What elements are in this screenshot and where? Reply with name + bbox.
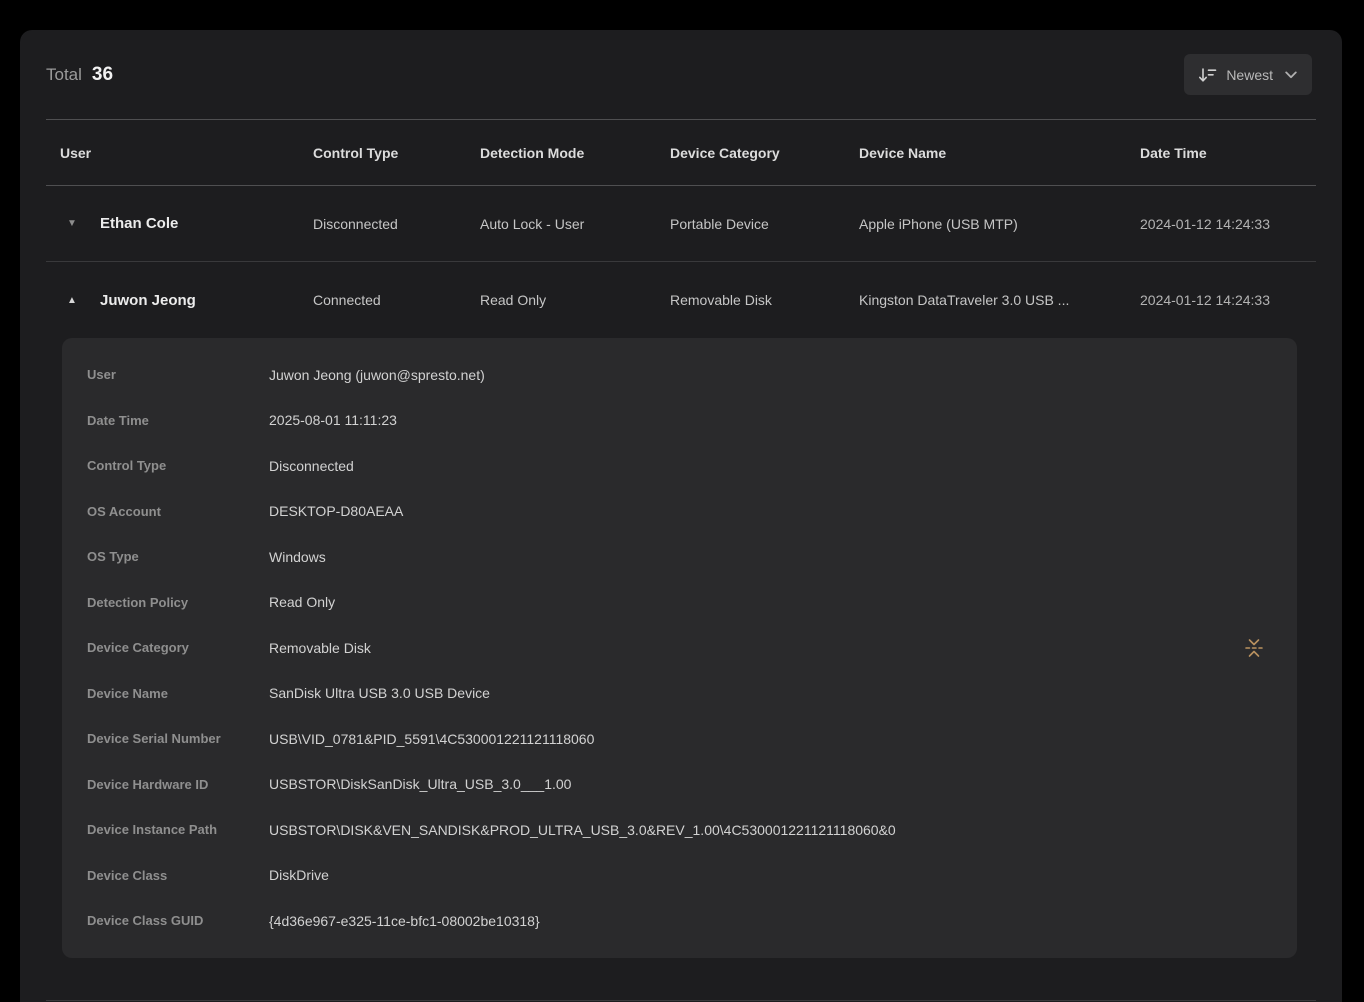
detail-row: OS Account DESKTOP-D80AEAA	[62, 489, 1297, 535]
detail-label: Device Name	[62, 686, 269, 701]
device-category-cell: Removable Disk	[670, 292, 859, 308]
control-type-cell: Connected	[313, 292, 480, 308]
detail-row: User Juwon Jeong (juwon@spresto.net)	[62, 352, 1297, 398]
detail-label: Detection Policy	[62, 595, 269, 610]
expand-row-icon[interactable]: ▼	[67, 218, 83, 229]
column-header-user: User	[46, 145, 313, 161]
detail-value: DiskDrive	[269, 867, 329, 883]
detail-value: Read Only	[269, 594, 335, 610]
detail-label: Device Class	[62, 868, 269, 883]
detail-label: Control Type	[62, 458, 269, 473]
sort-descending-icon	[1198, 66, 1217, 84]
detail-row: Device Serial Number USB\VID_0781&PID_55…	[62, 716, 1297, 762]
device-log-card: Total 36 Newest User Control	[20, 30, 1342, 1002]
column-header-detection-mode: Detection Mode	[480, 145, 670, 161]
detail-row: Device Class GUID {4d36e967-e325-11ce-bf…	[62, 898, 1297, 944]
column-header-date-time: Date Time	[1140, 145, 1316, 161]
detail-label: Device Serial Number	[62, 731, 269, 746]
table-row[interactable]: ▼ Ethan Cole Disconnected Auto Lock - Us…	[46, 186, 1316, 262]
date-time-cell: 2024-01-12 14:24:33	[1140, 216, 1316, 232]
column-header-control-type: Control Type	[313, 145, 480, 161]
detail-label: Device Hardware ID	[62, 777, 269, 792]
total-label: Total	[46, 65, 82, 85]
detail-value: 2025-08-01 11:11:23	[269, 412, 397, 428]
detail-value: Windows	[269, 549, 326, 565]
detail-label: User	[62, 367, 269, 382]
detail-value: {4d36e967-e325-11ce-bfc1-08002be10318}	[269, 913, 540, 929]
user-name: Ethan Cole	[100, 215, 178, 232]
column-header-device-category: Device Category	[670, 145, 859, 161]
detail-label: Device Category	[62, 640, 269, 655]
detail-row: OS Type Windows	[62, 534, 1297, 580]
device-log-table: User Control Type Detection Mode Device …	[46, 119, 1316, 1001]
detail-panel: User Juwon Jeong (juwon@spresto.net) Dat…	[62, 338, 1297, 958]
detail-value: USB\VID_0781&PID_5591\4C5300012211211180…	[269, 731, 594, 747]
column-header-device-name: Device Name	[859, 145, 1140, 161]
collapse-detail-button[interactable]	[1239, 633, 1269, 663]
detail-row: Device Hardware ID USBSTOR\DiskSanDisk_U…	[62, 762, 1297, 808]
detail-value: USBSTOR\DISK&VEN_SANDISK&PROD_ULTRA_USB_…	[269, 822, 896, 838]
user-cell: ▲ Juwon Jeong	[46, 292, 313, 309]
detail-label: Date Time	[62, 413, 269, 428]
detail-row: Date Time 2025-08-01 11:11:23	[62, 398, 1297, 444]
chevron-down-icon	[1285, 71, 1297, 79]
table-row[interactable]: ▲ Juwon Jeong Connected Read Only Remova…	[46, 262, 1316, 338]
detection-mode-cell: Read Only	[480, 292, 670, 308]
detail-row: Device Instance Path USBSTOR\DISK&VEN_SA…	[62, 807, 1297, 853]
user-cell: ▼ Ethan Cole	[46, 215, 313, 232]
total-value: 36	[92, 64, 113, 86]
table-header-row: User Control Type Detection Mode Device …	[46, 119, 1316, 186]
detail-value: USBSTOR\DiskSanDisk_Ultra_USB_3.0___1.00	[269, 776, 571, 792]
sort-dropdown[interactable]: Newest	[1184, 54, 1312, 95]
detection-mode-cell: Auto Lock - User	[480, 216, 670, 232]
detail-label: Device Instance Path	[62, 822, 269, 837]
detail-value: Disconnected	[269, 458, 354, 474]
detail-row: Device Class DiskDrive	[62, 853, 1297, 899]
detail-row: Control Type Disconnected	[62, 443, 1297, 489]
control-type-cell: Disconnected	[313, 216, 480, 232]
device-category-cell: Portable Device	[670, 216, 859, 232]
sort-label: Newest	[1226, 67, 1273, 83]
user-name: Juwon Jeong	[100, 292, 196, 309]
detail-value: Juwon Jeong (juwon@spresto.net)	[269, 367, 485, 383]
detail-row: Detection Policy Read Only	[62, 580, 1297, 626]
detail-value: DESKTOP-D80AEAA	[269, 503, 403, 519]
total-count: Total 36	[46, 64, 113, 86]
date-time-cell: 2024-01-12 14:24:33	[1140, 292, 1316, 308]
collapse-vertical-icon	[1243, 647, 1265, 662]
detail-row: Device Category Removable Disk	[62, 625, 1297, 671]
device-name-cell: Apple iPhone (USB MTP)	[859, 216, 1140, 232]
card-header: Total 36 Newest	[20, 30, 1342, 119]
detail-label: Device Class GUID	[62, 913, 269, 928]
detail-value: SanDisk Ultra USB 3.0 USB Device	[269, 685, 490, 701]
detail-row: Device Name SanDisk Ultra USB 3.0 USB De…	[62, 671, 1297, 717]
table-bottom-divider	[46, 1000, 1316, 1001]
device-name-cell: Kingston DataTraveler 3.0 USB ...	[859, 292, 1140, 308]
detail-label: OS Account	[62, 504, 269, 519]
collapse-row-icon[interactable]: ▲	[67, 295, 83, 306]
detail-label: OS Type	[62, 549, 269, 564]
detail-value: Removable Disk	[269, 640, 371, 656]
